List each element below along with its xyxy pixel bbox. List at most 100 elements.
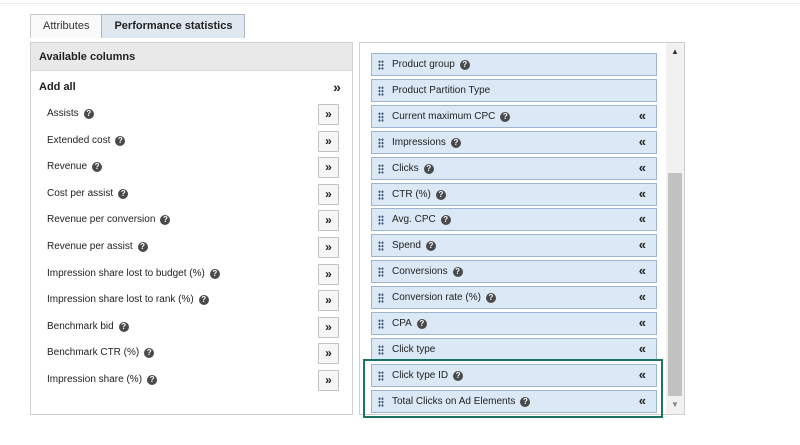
help-icon[interactable]: ? (520, 396, 531, 407)
available-item-revenue-per-assist: Revenue per assist? » (31, 236, 352, 260)
selected-item-impressions[interactable]: Impressions? « (371, 130, 657, 154)
help-icon[interactable]: ? (450, 137, 461, 148)
help-icon[interactable]: ? (452, 267, 463, 278)
help-icon[interactable]: ? (423, 163, 434, 174)
help-icon[interactable]: ? (425, 241, 436, 252)
selected-item-click-type[interactable]: Click type « (371, 337, 657, 361)
available-columns-header: Available columns (31, 43, 352, 71)
selected-item-label: Conversions (392, 266, 448, 278)
add-all-row: Add all » (31, 77, 352, 99)
help-icon[interactable]: ? (209, 268, 220, 279)
selected-item-label: CTR (%) (392, 188, 431, 200)
selected-item-cpa[interactable]: CPA? « (371, 312, 657, 335)
add-all-button[interactable]: » (329, 79, 345, 97)
help-icon[interactable]: ? (144, 348, 155, 359)
add-column-button[interactable]: » (318, 157, 339, 179)
drag-handle-icon[interactable] (378, 370, 384, 381)
available-item-label: Revenue per assist (47, 241, 133, 252)
available-columns-panel: Available columns Add all » Assists?» Ext… (30, 42, 353, 415)
remove-column-button[interactable]: « (639, 393, 646, 409)
add-column-button[interactable]: » (318, 210, 339, 232)
help-icon[interactable]: ? (115, 135, 126, 146)
remove-column-button[interactable]: « (639, 367, 646, 383)
add-column-button[interactable]: » (318, 370, 339, 391)
selected-item-label: Click type (392, 343, 436, 355)
scroll-thumb[interactable] (668, 173, 682, 396)
remove-column-button[interactable]: « (639, 263, 646, 279)
add-column-button[interactable]: » (318, 237, 339, 258)
selected-item-spend[interactable]: Spend? « (371, 234, 657, 258)
add-column-button[interactable]: » (318, 130, 339, 152)
add-column-button[interactable]: » (318, 183, 339, 205)
add-column-button[interactable]: » (318, 104, 339, 125)
help-icon[interactable]: ? (198, 295, 209, 306)
add-column-button[interactable]: » (318, 263, 339, 285)
add-column-button[interactable]: » (318, 316, 339, 338)
remove-column-button[interactable]: « (639, 108, 646, 124)
drag-handle-icon[interactable] (378, 267, 384, 278)
drag-handle-icon[interactable] (378, 189, 384, 200)
top-divider (0, 0, 800, 4)
drag-handle-icon[interactable] (378, 85, 384, 96)
selected-item-total-clicks-on-ad-elements[interactable]: Total Clicks on Ad Elements? « (371, 389, 657, 413)
drag-handle-icon[interactable] (378, 396, 384, 407)
remove-column-button[interactable]: « (639, 134, 646, 150)
drag-handle-icon[interactable] (378, 319, 384, 329)
drag-handle-icon[interactable] (378, 163, 384, 174)
help-icon[interactable]: ? (459, 60, 470, 70)
help-icon[interactable]: ? (440, 215, 451, 226)
selected-item-conversions[interactable]: Conversions? « (371, 260, 657, 284)
help-icon[interactable]: ? (453, 370, 464, 381)
available-item-label: Revenue per conversion (47, 214, 156, 226)
selected-item-conversion-rate[interactable]: Conversion rate (%)? « (371, 286, 657, 310)
add-column-button[interactable]: » (318, 343, 339, 365)
scrollbar[interactable]: ▲ ▼ (666, 43, 684, 414)
add-all-label: Add all (39, 81, 76, 93)
drag-handle-icon[interactable] (378, 111, 384, 122)
drag-handle-icon[interactable] (378, 293, 384, 304)
remove-column-button[interactable]: « (639, 160, 646, 176)
selected-item-label: Avg. CPC (392, 214, 436, 226)
drag-handle-icon[interactable] (378, 344, 384, 355)
selected-item-click-type-id[interactable]: Click type ID? « (371, 363, 657, 387)
available-item-benchmark-bid: Benchmark bid? » (31, 316, 352, 340)
available-item-extended-cost: Extended cost? » (31, 130, 352, 154)
scroll-down-arrow-icon[interactable]: ▼ (666, 396, 684, 414)
help-icon[interactable]: ? (118, 321, 129, 332)
remove-column-button[interactable]: « (639, 211, 646, 227)
help-icon[interactable]: ? (485, 293, 496, 304)
help-icon[interactable]: ? (137, 242, 148, 252)
remove-column-button[interactable]: « (639, 341, 646, 357)
available-item-revenue-per-conversion: Revenue per conversion? » (31, 209, 352, 233)
help-icon[interactable]: ? (500, 111, 511, 122)
drag-handle-icon[interactable] (378, 241, 384, 252)
drag-handle-icon[interactable] (378, 60, 384, 70)
available-item-assists: Assists? » (31, 103, 352, 127)
remove-column-button[interactable]: « (639, 237, 646, 253)
drag-handle-icon[interactable] (378, 215, 384, 226)
selected-item-product-group[interactable]: Product group? (371, 53, 657, 76)
drag-handle-icon[interactable] (378, 137, 384, 148)
help-icon[interactable]: ? (160, 215, 171, 226)
selected-item-product-partition-type[interactable]: Product Partition Type (371, 78, 657, 102)
help-icon[interactable]: ? (92, 162, 103, 173)
scroll-up-arrow-icon[interactable]: ▲ (666, 43, 684, 61)
remove-column-button[interactable]: « (639, 289, 646, 305)
available-item-revenue: Revenue? » (31, 156, 352, 180)
selected-item-clicks[interactable]: Clicks? « (371, 156, 657, 180)
help-icon[interactable]: ? (147, 375, 158, 385)
help-icon[interactable]: ? (435, 189, 446, 200)
help-icon[interactable]: ? (416, 319, 427, 329)
available-item-impression-share: Impression share (%)? » (31, 369, 352, 393)
selected-item-ctr[interactable]: CTR (%)? « (371, 182, 657, 206)
remove-column-button[interactable]: « (639, 186, 646, 202)
tab-performance-statistics[interactable]: Performance statistics (101, 14, 246, 38)
remove-column-button[interactable]: « (639, 315, 646, 331)
selected-item-current-maximum-cpc[interactable]: Current maximum CPC? « (371, 104, 657, 128)
selected-item-avg-cpc[interactable]: Avg. CPC? « (371, 208, 657, 232)
help-icon[interactable]: ? (83, 109, 94, 119)
tab-attributes[interactable]: Attributes (30, 14, 103, 38)
selected-item-label: Spend (392, 240, 421, 252)
add-column-button[interactable]: » (318, 290, 339, 312)
help-icon[interactable]: ? (118, 188, 129, 199)
